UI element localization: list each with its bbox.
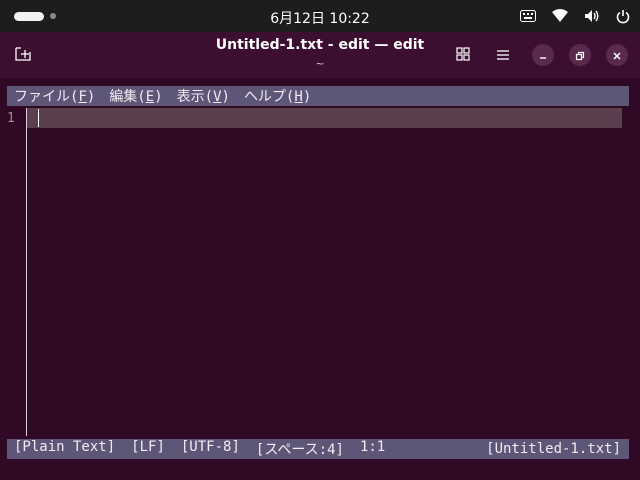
hamburger-menu-icon xyxy=(496,46,510,65)
power-icon[interactable] xyxy=(616,9,630,24)
keyboard-icon[interactable] xyxy=(520,10,536,22)
restore-icon xyxy=(575,46,585,65)
status-indent[interactable]: [スペース:4] xyxy=(256,439,344,459)
minimize-button[interactable] xyxy=(532,44,554,66)
editor-status-bar: [Plain Text] [LF] [UTF-8] [スペース:4] 1:1 [… xyxy=(7,439,629,459)
close-button[interactable] xyxy=(606,44,628,66)
main-menu-button[interactable] xyxy=(488,40,518,70)
menu-edit[interactable]: 編集(E) xyxy=(109,86,162,106)
system-tray[interactable] xyxy=(520,6,630,26)
close-icon xyxy=(612,46,622,65)
editor-menu-bar: ファイル(F) 編集(E) 表示(V) ヘルプ(H) xyxy=(7,86,629,106)
system-top-bar: 6月12日 10:22 xyxy=(0,0,640,32)
volume-icon[interactable] xyxy=(584,9,600,23)
status-filename[interactable]: [Untitled-1.txt] xyxy=(486,441,621,457)
current-line-highlight xyxy=(27,108,622,128)
minimize-icon xyxy=(538,46,548,65)
menu-help[interactable]: ヘルプ(H) xyxy=(244,86,311,106)
menu-view[interactable]: 表示(V) xyxy=(177,86,230,106)
grid-icon xyxy=(456,46,470,65)
status-line-ending[interactable]: [LF] xyxy=(131,439,165,459)
new-tab-icon xyxy=(15,46,31,65)
terminal-area[interactable]: ファイル(F) 編集(E) 表示(V) ヘルプ(H) 1 [Plain Text… xyxy=(0,78,640,480)
window-header-bar: Untitled-1.txt - edit — edit ~ xyxy=(0,32,640,78)
status-position[interactable]: 1:1 xyxy=(360,439,385,459)
window-subtitle: ~ xyxy=(315,57,325,70)
line-number: 1 xyxy=(7,111,15,126)
menu-file[interactable]: ファイル(F) xyxy=(14,86,95,106)
status-syntax[interactable]: [Plain Text] xyxy=(14,439,115,459)
status-encoding[interactable]: [UTF-8] xyxy=(181,439,240,459)
grid-view-button[interactable] xyxy=(448,40,478,70)
new-tab-button[interactable] xyxy=(6,40,40,70)
wifi-icon[interactable] xyxy=(552,9,568,23)
restore-button[interactable] xyxy=(569,44,591,66)
text-cursor xyxy=(38,109,39,127)
gutter-divider xyxy=(26,108,27,436)
window-title: Untitled-1.txt - edit — edit xyxy=(215,37,425,53)
